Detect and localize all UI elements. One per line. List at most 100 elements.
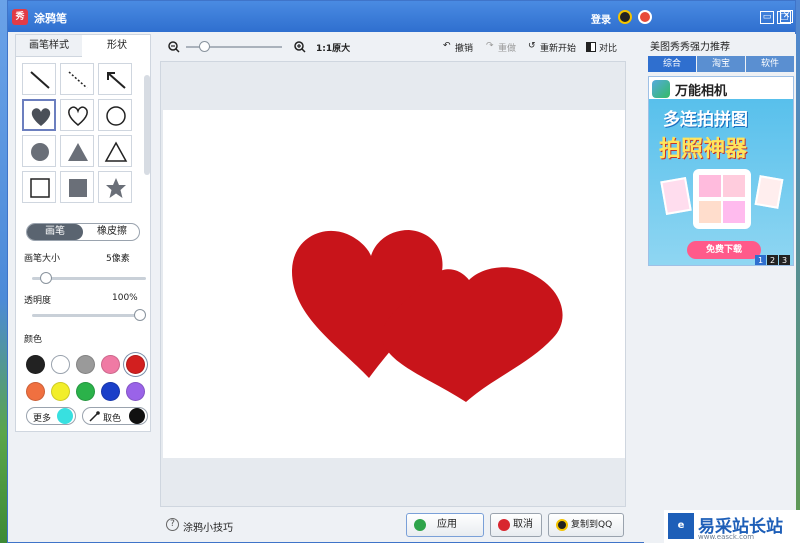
- title-bar[interactable]: 秀 涂鸦笔 登录 ▭ □: [8, 1, 795, 32]
- drawing-canvas[interactable]: [163, 110, 625, 458]
- login-link[interactable]: 登录: [591, 11, 611, 26]
- shape-square-filled[interactable]: [60, 171, 94, 203]
- shape-heart-filled[interactable]: [22, 99, 56, 131]
- more-color-swatch[interactable]: [57, 408, 73, 424]
- line-icon: [30, 71, 50, 89]
- app-icon: 秀: [12, 9, 28, 25]
- color-swatch[interactable]: [101, 382, 120, 401]
- cancel-label: 取消: [513, 519, 533, 530]
- eyedropper-icon: [89, 411, 100, 422]
- shape-square-outline[interactable]: [22, 171, 56, 203]
- triangle-filled-icon: [68, 143, 88, 161]
- restart-icon: ↺: [528, 41, 536, 51]
- colors-label: 颜色: [24, 335, 43, 345]
- brush-size-slider[interactable]: [32, 272, 146, 284]
- camera-app-icon: [652, 80, 670, 98]
- tab-recommend-taobao[interactable]: 淘宝: [697, 56, 745, 72]
- shape-line[interactable]: [22, 63, 56, 95]
- square-filled-icon: [69, 179, 87, 197]
- eyedropper-button[interactable]: 取色: [82, 407, 148, 425]
- copy-to-qq-label: 复制到QQ: [571, 520, 613, 530]
- tab-recommend-all[interactable]: 综合: [648, 56, 696, 72]
- camera-ad-banner[interactable]: 万能相机 多连拍拼图 拍照神器 免费下载 1 2 3: [648, 76, 794, 266]
- shape-triangle-filled[interactable]: [60, 135, 94, 167]
- restart-button[interactable]: 重新开始: [540, 41, 576, 54]
- zoom-knob[interactable]: [198, 41, 210, 52]
- minimize-button[interactable]: ▭: [760, 11, 774, 24]
- shape-dashed-line[interactable]: [60, 63, 94, 95]
- doodle-window: 秀 涂鸦笔 登录 ▭ □ 画笔样式 形状 画笔 橡皮擦 画笔大小 5像素 透明度…: [7, 0, 796, 543]
- apply-button[interactable]: 应用: [406, 513, 484, 537]
- cancel-button[interactable]: 取消: [490, 513, 542, 537]
- circle-filled-icon: [31, 143, 49, 161]
- brush-mode-button[interactable]: 画笔: [27, 224, 83, 240]
- color-swatch[interactable]: [126, 382, 145, 401]
- ad-page-3[interactable]: 3: [779, 255, 790, 265]
- copy-to-qq-button[interactable]: 复制到QQ: [548, 513, 624, 537]
- brush-size-value: 5像素: [106, 254, 130, 264]
- watermark-url: www.easck.com: [698, 533, 755, 541]
- shape-star-filled[interactable]: [98, 171, 132, 203]
- shape-heart-outline[interactable]: [60, 99, 94, 131]
- shape-arrow[interactable]: [98, 63, 132, 95]
- qq-icon[interactable]: [618, 10, 632, 24]
- tab-recommend-software[interactable]: 软件: [746, 56, 794, 72]
- opacity-knob[interactable]: [134, 309, 146, 321]
- brush-size-label: 画笔大小: [24, 254, 61, 264]
- compare-button[interactable]: 对比: [599, 41, 617, 54]
- opacity-value: 100%: [112, 293, 138, 303]
- canvas-area: [160, 61, 626, 507]
- ad-headline-1: 多连拍拼图: [663, 110, 748, 130]
- shape-circle-outline[interactable]: [98, 99, 132, 131]
- color-swatch[interactable]: [126, 355, 145, 374]
- arrow-icon: [107, 72, 126, 89]
- recommend-panel: 美图秀秀强力推荐 综合 淘宝 软件 万能相机 多连拍拼图 拍照神器 免费下载 1…: [644, 34, 796, 543]
- window-title: 涂鸦笔: [34, 12, 67, 25]
- color-swatch[interactable]: [26, 382, 45, 401]
- brush-eraser-toggle[interactable]: 画笔 橡皮擦: [26, 223, 140, 241]
- heart-outline-icon: [68, 106, 88, 126]
- compare-icon: [586, 42, 596, 52]
- weibo-icon[interactable]: [638, 10, 652, 24]
- shape-scrollbar[interactable]: [144, 65, 150, 203]
- triangle-outline-icon: [104, 141, 128, 162]
- color-swatch[interactable]: [76, 355, 95, 374]
- undo-button[interactable]: 撤销: [455, 41, 473, 54]
- ad-page-2[interactable]: 2: [767, 255, 778, 265]
- more-colors-button[interactable]: 更多: [26, 407, 76, 425]
- eraser-mode-button[interactable]: 橡皮擦: [85, 224, 139, 240]
- color-swatch[interactable]: [101, 355, 120, 374]
- color-swatch[interactable]: [51, 382, 70, 401]
- picked-color-swatch[interactable]: [129, 408, 145, 424]
- ad-page-1[interactable]: 1: [755, 255, 766, 265]
- original-size-button[interactable]: 1:1原大: [316, 41, 350, 54]
- redo-button[interactable]: 重做: [498, 41, 516, 54]
- hearts-drawing: [291, 230, 563, 402]
- more-colors-label: 更多: [33, 414, 52, 424]
- shape-circle-filled[interactable]: [22, 135, 56, 167]
- site-watermark: e 易采站长站 www.easck.com: [664, 510, 800, 543]
- color-swatch[interactable]: [26, 355, 45, 374]
- tab-shape[interactable]: 形状: [84, 35, 150, 57]
- zoom-out-icon[interactable]: [168, 41, 180, 53]
- doodle-tips-link[interactable]: 涂鸦小技巧: [183, 519, 233, 534]
- shape-scroll-thumb[interactable]: [144, 75, 150, 175]
- bottom-action-bar: ? 涂鸦小技巧 应用 取消 复制到QQ: [160, 507, 626, 543]
- shape-grid: [22, 63, 136, 203]
- square-outline-icon: [30, 178, 50, 198]
- dashed-line-icon: [68, 71, 88, 89]
- qq-penguin-icon: [556, 519, 568, 531]
- zoom-slider[interactable]: [186, 41, 282, 52]
- opacity-slider[interactable]: [32, 309, 146, 321]
- color-swatch[interactable]: [51, 355, 70, 374]
- eyedropper-label: 取色: [103, 414, 122, 424]
- ad-download-button[interactable]: 免费下载: [687, 241, 761, 259]
- redo-icon: ↷: [486, 41, 494, 51]
- recommend-title: 美图秀秀强力推荐: [650, 42, 730, 53]
- circle-outline-icon: [106, 106, 126, 126]
- zoom-in-icon[interactable]: [294, 41, 306, 53]
- shape-triangle-outline[interactable]: [98, 135, 132, 167]
- color-swatch[interactable]: [76, 382, 95, 401]
- tab-brush-style[interactable]: 画笔样式: [16, 35, 82, 57]
- close-button[interactable]: ✕: [780, 10, 793, 23]
